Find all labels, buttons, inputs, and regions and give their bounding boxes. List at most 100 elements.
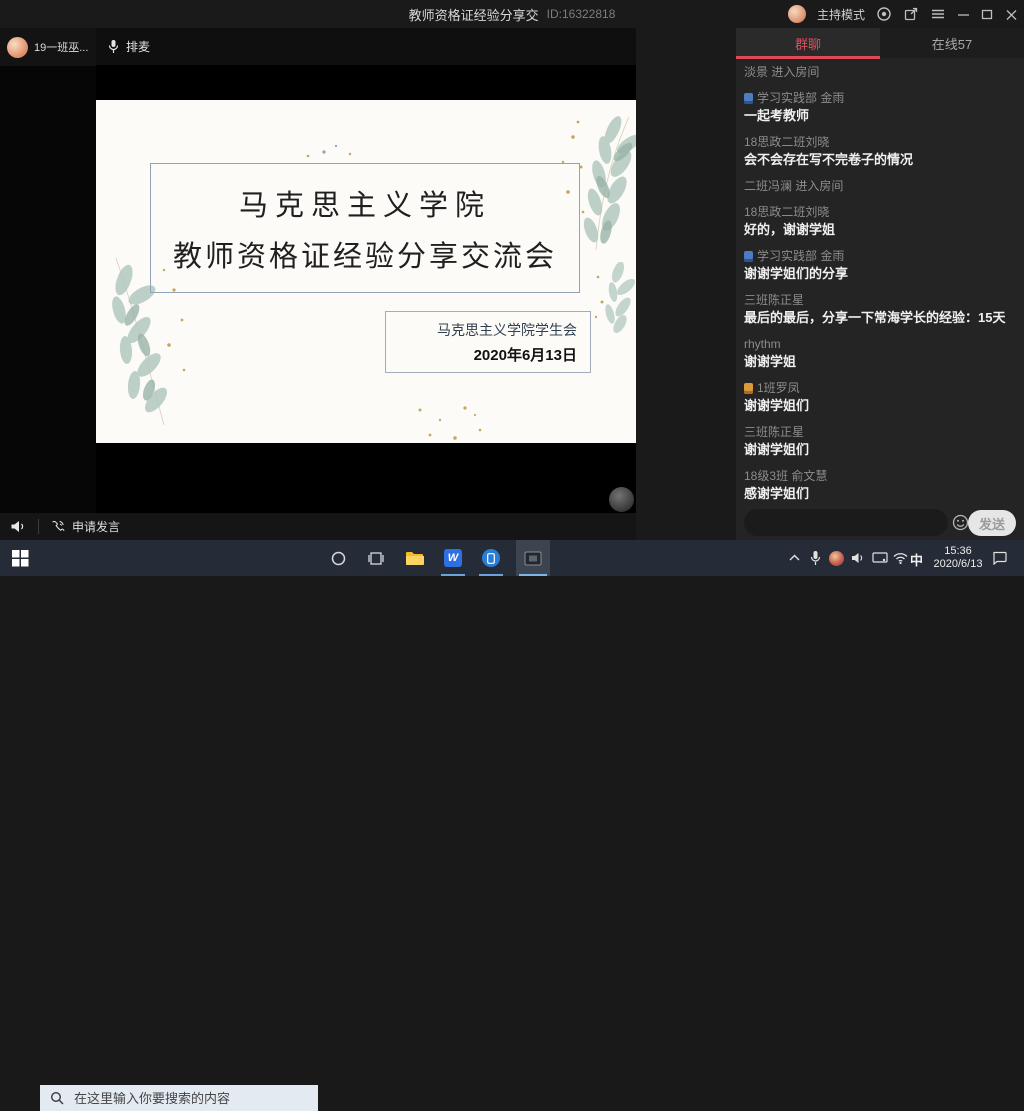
chat-message-text: 最后的最后，分享一下常海学长的经验：15天 — [744, 308, 1018, 327]
taskbar-clock[interactable]: 15:36 2020/6/13 — [933, 545, 983, 571]
gold-sprinkle-bottom — [410, 400, 490, 442]
search-input[interactable] — [72, 1090, 296, 1107]
active-app-button[interactable] — [516, 540, 550, 576]
emoji-icon[interactable] — [952, 514, 969, 531]
leaf-decoration-right — [588, 262, 636, 334]
wps-office-icon[interactable]: W — [444, 549, 462, 567]
window-title-bar: 教师资格证经验分享交 ID:16322818 主持模式 — [0, 0, 1024, 28]
chat-message: 18思政二班刘晓好的，谢谢学姐 — [744, 204, 1018, 239]
taskbar-search-box[interactable] — [40, 1085, 318, 1111]
chat-message-sender: 1班罗凤 — [744, 380, 1018, 396]
slide-footer-frame: 马克思主义学院学生会 2020年6月13日 — [385, 311, 591, 373]
tab-online-members[interactable]: 在线57 — [880, 28, 1024, 58]
chat-message-sender: 18思政二班刘晓 — [744, 204, 1018, 220]
participants-strip-background — [0, 66, 96, 513]
chat-message: 18思政二班刘晓会不会存在写不完卷子的情况 — [744, 134, 1018, 169]
slide-footer-org: 马克思主义学院学生会 — [437, 320, 577, 340]
app-watermark — [609, 487, 634, 512]
clock-time: 15:36 — [933, 545, 983, 558]
chat-message: 18级3班 俞文慧感谢学姐们 — [744, 468, 1018, 503]
chat-message-text: 一起考教师 — [744, 106, 1018, 125]
participant-name: 19一班巫... — [34, 39, 88, 55]
taskbar: W 中 15:36 2020/6/13 — [0, 540, 1024, 576]
mic-icon — [107, 39, 120, 54]
chat-message-text: 会不会存在写不完卷子的情况 — [744, 150, 1018, 169]
send-button-label: 发送 — [979, 514, 1005, 533]
slide-title-frame: 马克思主义学院 教师资格证经验分享交流会 — [150, 163, 580, 293]
maximize-button[interactable] — [981, 8, 994, 21]
tray-app-icon[interactable] — [829, 551, 844, 566]
chat-message-text: 谢谢学姐 — [744, 352, 1018, 371]
tab-group-chat[interactable]: 群聊 — [736, 28, 880, 58]
chat-message-sender: 三班陈正星 — [744, 424, 1018, 440]
window-title: 教师资格证经验分享交 — [409, 5, 539, 24]
chat-message-sender: 18思政二班刘晓 — [744, 134, 1018, 150]
chat-message: rhythm谢谢学姐 — [744, 336, 1018, 371]
share-icon[interactable] — [903, 6, 919, 22]
host-mode-label: 主持模式 — [817, 6, 865, 23]
stage-bottom-bar: 申请发言 — [0, 513, 636, 540]
presentation-slide: 马克思主义学院 教师资格证经验分享交流会 马克思主义学院学生会 2020年6月1… — [96, 100, 636, 443]
clock-date: 2020/6/13 — [933, 558, 983, 571]
file-explorer-icon[interactable] — [405, 550, 424, 566]
speaker-icon[interactable] — [10, 519, 27, 534]
stage-gap — [636, 28, 736, 540]
chat-message-text: 谢谢学姐们 — [744, 396, 1018, 415]
close-button[interactable] — [1005, 8, 1018, 21]
chat-message: 学习实践部 金雨一起考教师 — [744, 90, 1018, 125]
tray-mic-icon[interactable] — [810, 550, 821, 566]
chat-message-text: 谢谢学姐们的分享 — [744, 264, 1018, 283]
action-center-icon[interactable] — [992, 551, 1007, 565]
chat-system-message: 二班冯澜 进入房间 — [744, 178, 1018, 195]
member-badge-icon — [744, 383, 753, 394]
queue-button[interactable]: 排麦 — [126, 38, 150, 55]
chat-message-list[interactable]: 淡景 进入房间学习实践部 金雨一起考教师18思政二班刘晓会不会存在写不完卷子的情… — [744, 64, 1018, 504]
active-tab-underline — [736, 56, 880, 59]
task-view-icon[interactable] — [368, 551, 384, 566]
start-button[interactable] — [12, 550, 29, 567]
sprinkle-top-center — [296, 138, 360, 164]
phone-app-icon[interactable] — [482, 549, 500, 567]
host-avatar[interactable] — [788, 5, 806, 23]
chat-message-text: 谢谢学姐们 — [744, 440, 1018, 459]
streaming-app-icon — [524, 551, 542, 566]
tray-chevron-icon[interactable] — [789, 554, 800, 562]
slide-title-line1: 马克思主义学院 — [239, 182, 491, 224]
chat-message-text: 感谢学姐们 — [744, 484, 1018, 503]
ime-indicator[interactable]: 中 — [910, 550, 923, 569]
stage-top-bar: 排麦 — [96, 28, 636, 65]
tab-group-chat-label: 群聊 — [795, 34, 821, 53]
menu-icon[interactable] — [930, 7, 946, 21]
request-speak-icon — [50, 519, 66, 535]
slide-title-line2: 教师资格证经验分享交流会 — [173, 233, 557, 275]
chat-message-sender: rhythm — [744, 336, 1018, 352]
tab-online-members-label: 在线57 — [932, 34, 972, 53]
chat-message-text: 好的，谢谢学姐 — [744, 220, 1018, 239]
cortana-icon[interactable] — [331, 551, 346, 566]
search-icon — [50, 1091, 64, 1105]
chat-message: 三班陈正星最后的最后，分享一下常海学长的经验：15天 — [744, 292, 1018, 327]
participant-avatar — [7, 37, 28, 58]
slide-footer-date: 2020年6月13日 — [474, 344, 577, 365]
chat-message: 学习实践部 金雨谢谢学姐们的分享 — [744, 248, 1018, 283]
chat-message: 1班罗凤谢谢学姐们 — [744, 380, 1018, 415]
room-id: ID:16322818 — [547, 7, 616, 21]
member-badge-icon — [744, 93, 753, 104]
chat-panel: 群聊 在线57 淡景 进入房间学习实践部 金雨一起考教师18思政二班刘晓会不会存… — [736, 28, 1024, 540]
chat-message-sender: 三班陈正星 — [744, 292, 1018, 308]
chat-message: 三班陈正星谢谢学姐们 — [744, 424, 1018, 459]
tray-display-icon[interactable] — [872, 552, 888, 564]
minimize-button[interactable] — [957, 8, 970, 21]
record-icon[interactable] — [876, 6, 892, 22]
chat-system-message: 淡景 进入房间 — [744, 64, 1018, 81]
tray-wifi-icon[interactable] — [893, 552, 908, 564]
request-speak-button[interactable]: 申请发言 — [72, 518, 120, 535]
participant-video-tile[interactable]: 19一班巫... — [0, 28, 96, 66]
tray-speaker-icon[interactable] — [851, 551, 866, 565]
member-badge-icon — [744, 251, 753, 262]
send-button[interactable]: 发送 — [968, 510, 1016, 536]
chat-input[interactable] — [744, 509, 948, 536]
chat-message-sender: 学习实践部 金雨 — [744, 248, 1018, 264]
chat-message-sender: 18级3班 俞文慧 — [744, 468, 1018, 484]
bottom-bar-divider — [38, 519, 39, 534]
